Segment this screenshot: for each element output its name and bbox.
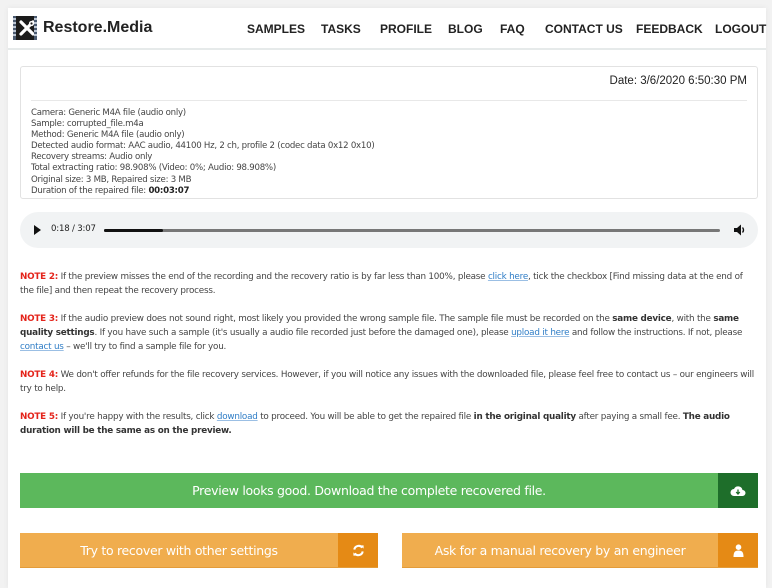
recovery-details: Camera: Generic M4A file (audio only) Sa… [31,108,375,197]
divider [31,100,747,101]
note-2: NOTE 2: If the preview misses the end of… [20,270,758,298]
note-4: NOTE 4: We don't offer refunds for the f… [20,368,758,396]
contact-us-link[interactable]: contact us [20,342,64,352]
duration-label: Duration of the repaired file: [31,185,149,196]
nav-feedback[interactable]: FEEDBACK [636,22,703,36]
logo[interactable]: Restore.Media [13,16,152,40]
note-text: after paying a small fee. [575,411,683,422]
nav-profile[interactable]: PROFILE [380,22,432,36]
duration-value: 00:03:07 [148,185,190,196]
cloud-download-icon [718,473,758,508]
nav-logout[interactable]: LOGOUT [715,22,766,36]
manual-recovery-button[interactable]: Ask for a manual recovery by an engineer [402,533,758,568]
play-icon[interactable] [34,225,41,235]
user-icon [718,533,758,567]
note-label: NOTE 3: [20,313,59,324]
button-label: Ask for a manual recovery by an engineer [434,542,686,558]
notes-section: NOTE 2: If the preview misses the end of… [20,270,758,452]
note-label: NOTE 4: [20,370,59,381]
refresh-icon [338,533,378,567]
detail-size: Original size: 3 MB, Repaired size: 3 MB [31,174,192,185]
note-text: . If you have such a sample (it's usuall… [94,328,512,339]
volume-icon[interactable] [733,223,747,237]
note-text: and follow the instructions. If not, ple… [569,328,743,339]
detail-method: Method: Generic M4A file (audio only) [31,130,185,141]
note-label: NOTE 2: [20,272,59,282]
nav-tasks[interactable]: TASKS [321,22,361,36]
note-emphasis: in the original quality [473,411,576,422]
detail-audio-format: Detected audio format: AAC audio, 44100 … [31,141,375,152]
note-text: If the audio preview does not sound righ… [58,313,613,324]
note-text: If you're happy with the results, click [58,411,217,422]
nav-contact-us[interactable]: CONTACT US [545,22,623,36]
download-recovered-file-button[interactable]: Preview looks good. Download the complet… [20,473,758,508]
film-tools-logo-icon [13,16,37,40]
download-link[interactable]: download [217,412,258,422]
click-here-link[interactable]: click here [488,272,528,282]
upload-it-here-link[interactable]: upload it here [511,328,569,338]
note-text: , with the [671,313,714,324]
page: Restore.Media SAMPLES TASKS PROFILE BLOG… [8,8,766,588]
note-text: to proceed. You will be able to get the … [257,411,474,422]
nav-samples[interactable]: SAMPLES [247,22,305,36]
note-text: – we'll try to find a sample file for yo… [63,342,227,353]
recovery-date: Date: 3/6/2020 6:50:30 PM [609,75,747,87]
note-text: If the preview misses the end of the rec… [58,272,488,282]
try-other-settings-button[interactable]: Try to recover with other settings [20,533,378,568]
nav-faq[interactable]: FAQ [500,22,525,36]
audio-time: 0:18 / 3:07 [51,224,96,234]
detail-ratio: Total extracting ratio: 98.908% (Video: … [31,163,276,174]
note-5: NOTE 5: If you're happy with the results… [20,410,758,438]
logo-text: Restore.Media [43,19,153,36]
button-label: Preview looks good. Download the complet… [192,483,546,498]
detail-duration: Duration of the repaired file: 00:03:07 [31,186,374,197]
audio-seek-bar[interactable] [104,229,720,232]
recovery-info-card: Date: 3/6/2020 6:50:30 PM Camera: Generi… [20,66,758,199]
audio-progress [104,229,164,232]
button-label: Try to recover with other settings [80,542,278,558]
note-emphasis: same device [612,313,672,324]
detail-camera: Camera: Generic M4A file (audio only) [31,108,186,118]
note-text: We don't offer refunds for the file reco… [20,370,754,395]
audio-player: 0:18 / 3:07 [20,212,758,248]
nav-blog[interactable]: BLOG [448,22,483,36]
header: Restore.Media SAMPLES TASKS PROFILE BLOG… [8,8,766,50]
detail-sample: Sample: corrupted_file.m4a [31,119,144,130]
note-3: NOTE 3: If the audio preview does not so… [20,312,758,355]
note-label: NOTE 5: [20,411,59,422]
detail-streams: Recovery streams: Audio only [31,152,153,163]
